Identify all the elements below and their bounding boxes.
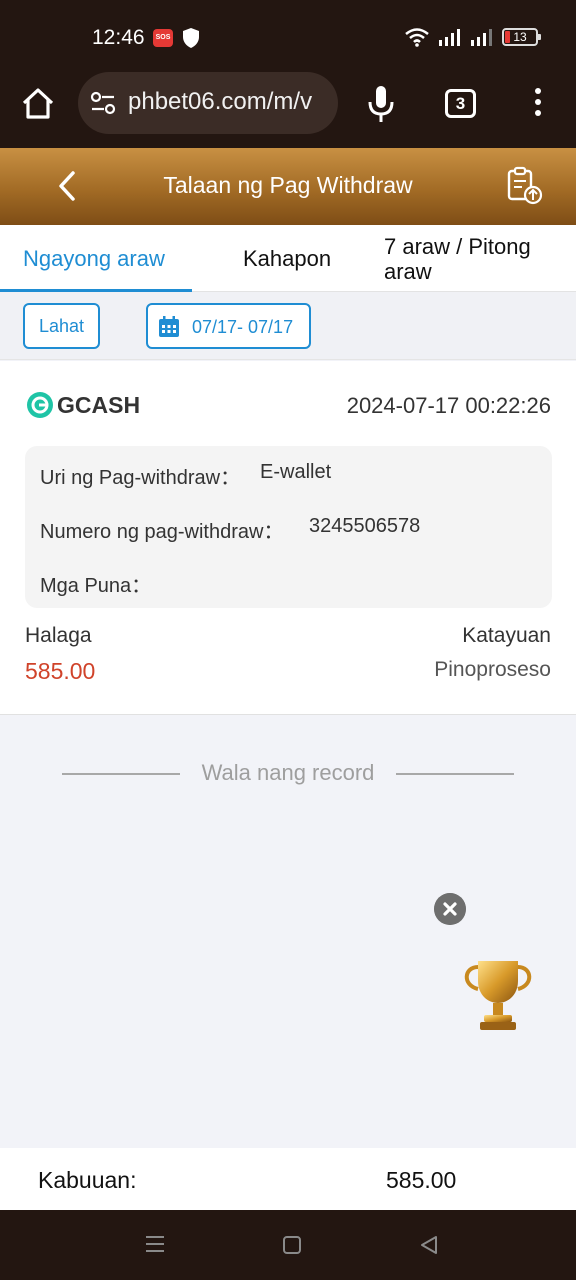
address-bar[interactable]: phbet06.com/m/v — [78, 72, 338, 134]
wifi-icon — [405, 28, 429, 47]
detail-number-label: Numero ng pag-withdraw： — [40, 521, 284, 543]
amount-value: 585.00 — [25, 658, 96, 684]
clipboard-upload-icon[interactable] — [505, 166, 545, 206]
sos-icon: SOS — [153, 29, 173, 47]
detail-number-value: 3245506578 — [309, 515, 421, 537]
signal-icon — [439, 29, 460, 46]
no-more-records: Wala nang record — [62, 760, 514, 788]
status-bar: 12:46 SOS 13 — [0, 0, 576, 76]
tab-today-label: Ngayong araw — [23, 246, 165, 271]
date-range-text: 07/17- 07/17 — [192, 317, 294, 337]
signal-icon-2 — [471, 29, 492, 46]
nav-back-icon[interactable] — [418, 1234, 440, 1256]
shield-icon — [183, 28, 199, 48]
microphone-icon[interactable] — [366, 84, 396, 124]
tab-seven-days[interactable]: 7 araw / Pitong araw — [384, 225, 576, 292]
site-settings-icon[interactable] — [90, 91, 116, 115]
detail-row-type: Uri ng Pag-withdraw： E-wallet — [40, 461, 331, 490]
more-menu-icon[interactable] — [530, 88, 546, 122]
filter-bar: Lahat 07/17- 07/17 — [0, 292, 576, 360]
gcash-logo-icon — [27, 392, 53, 418]
detail-type-label: Uri ng Pag-withdraw： — [40, 467, 241, 489]
detail-row-remarks: Mga Puna： — [40, 569, 151, 598]
app-header: Talaan ng Pag Withdraw — [0, 148, 576, 225]
status-icons: 13 — [404, 27, 541, 47]
battery-icon: 13 — [502, 28, 541, 46]
home-icon[interactable] — [20, 86, 56, 122]
browser-toolbar: phbet06.com/m/v 3 — [0, 72, 576, 148]
record-details: Uri ng Pag-withdraw： E-wallet Numero ng … — [25, 446, 552, 608]
total-footer: Kabuuan: 585.00 — [0, 1148, 576, 1210]
url-text: phbet06.com/m/v — [128, 88, 313, 115]
tab-yesterday[interactable]: Kahapon — [192, 225, 384, 292]
total-value: 585.00 — [386, 1167, 457, 1193]
detail-row-number: Numero ng pag-withdraw： 3245506578 — [40, 515, 420, 544]
page-title: Talaan ng Pag Withdraw — [163, 172, 413, 198]
record-datetime: 2024-07-17 00:22:26 — [346, 393, 551, 418]
calendar-icon — [159, 316, 179, 337]
tab-yesterday-label: Kahapon — [243, 246, 332, 271]
recent-apps-icon[interactable] — [144, 1233, 166, 1255]
status-label: Katayuan — [462, 624, 551, 647]
close-icon[interactable] — [434, 893, 466, 925]
nav-home-icon[interactable] — [283, 1236, 301, 1254]
tab-today[interactable]: Ngayong araw — [0, 225, 192, 292]
total-label: Kabuuan: — [38, 1167, 137, 1193]
date-tabs: Ngayong araw Kahapon 7 araw / Pitong ara… — [0, 225, 576, 292]
divider-right — [396, 773, 514, 775]
date-range-button[interactable]: 07/17- 07/17 — [146, 303, 311, 349]
status-value: Pinoproseso — [434, 658, 551, 681]
filter-all-button[interactable]: Lahat — [23, 303, 100, 349]
withdraw-record-card[interactable]: GCASH 2024-07-17 00:22:26 Uri ng Pag-wit… — [0, 361, 576, 715]
detail-type-value: E-wallet — [260, 461, 332, 483]
trophy-icon[interactable] — [456, 955, 540, 1039]
tab-switcher-button[interactable]: 3 — [445, 89, 476, 118]
tab-seven-days-label: 7 araw / Pitong araw — [384, 234, 531, 284]
system-nav-bar — [0, 1210, 576, 1280]
provider-name: GCASH — [57, 392, 141, 418]
status-time: 12:46 — [92, 26, 145, 49]
amount-label: Halaga — [25, 624, 92, 647]
detail-remarks-label: Mga Puna： — [40, 575, 152, 597]
